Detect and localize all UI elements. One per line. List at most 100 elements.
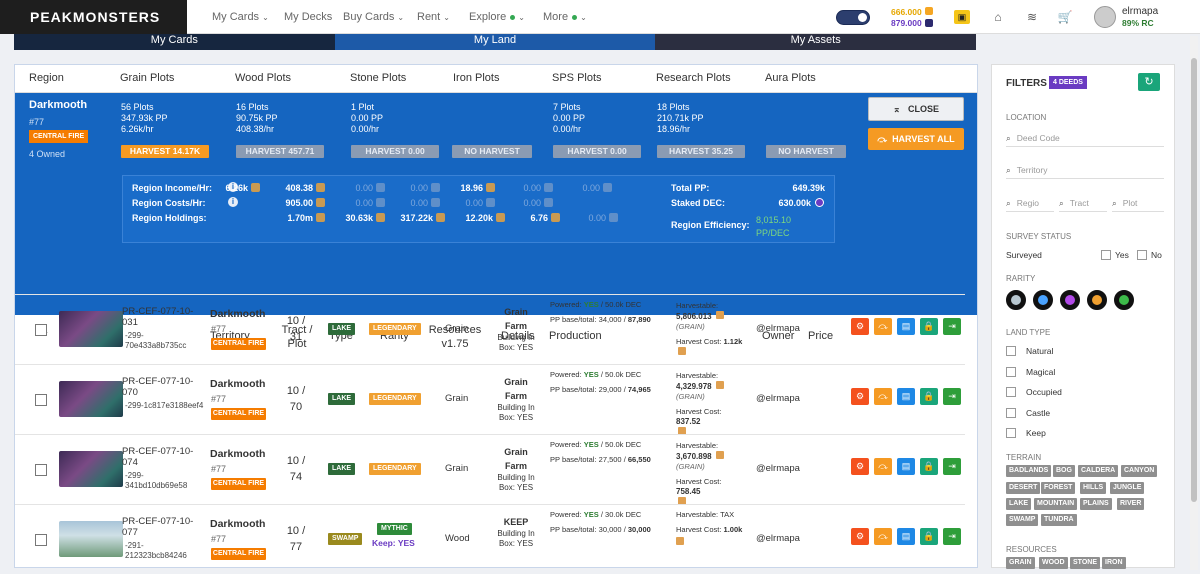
terrain-tag[interactable]: TUNDRA (1041, 514, 1077, 526)
nav-item[interactable]: More ⌄ (543, 11, 587, 23)
settings-button[interactable]: ⚙ (851, 458, 869, 475)
region-column-header[interactable]: Wood Plots (235, 72, 291, 84)
rarity-filter-button[interactable] (1033, 290, 1053, 310)
row-checkbox[interactable] (35, 394, 47, 406)
owner-name[interactable]: @elrmapa (756, 393, 800, 404)
harvest-button[interactable]: ⤼ (874, 318, 892, 335)
terrain-tag[interactable]: HILLS (1080, 482, 1107, 494)
terrain-tag[interactable]: MOUNTAIN (1034, 498, 1078, 510)
transfer-button[interactable]: ⇥ (943, 528, 961, 545)
resource-tag[interactable]: GRAIN (1006, 557, 1035, 569)
table-row[interactable]: PR-CEF-077-10-077 -291-212323bcb84246 Dark… (15, 504, 965, 574)
terrain-tag[interactable]: RIVER (1117, 498, 1145, 510)
surveyed-no-checkbox[interactable] (1137, 250, 1147, 260)
tract-field[interactable]: ⌕ Tract (1059, 194, 1107, 212)
region-column-header[interactable]: SPS Plots (552, 72, 602, 84)
terrain-tag[interactable]: CALDERA (1078, 465, 1119, 477)
nav-item[interactable]: My Decks (284, 11, 332, 23)
land-thumbnail[interactable] (59, 311, 123, 347)
surveyed-yes-checkbox[interactable] (1101, 250, 1111, 260)
harvest-all-button[interactable]: ⤼ HARVEST ALL (868, 128, 964, 150)
table-row[interactable]: PR-CEF-077-10-070 -299-1c817e3188eef4 Dark… (15, 364, 965, 435)
page-scrollbar[interactable] (1190, 36, 1198, 570)
harvest-button[interactable]: HARVEST 14.17K (121, 145, 209, 158)
land-type-checkbox[interactable] (1006, 387, 1016, 397)
harvest-button[interactable]: ⤼ (874, 458, 892, 475)
refresh-button[interactable]: ↻ (1138, 73, 1160, 91)
terrain-tag[interactable]: LAKE (1006, 498, 1032, 510)
building-button[interactable]: ▤ (897, 528, 915, 545)
land-thumbnail[interactable] (59, 451, 123, 487)
tab-my-land[interactable]: My Land (334, 34, 656, 50)
nav-item[interactable]: Buy Cards ⌄ (343, 11, 404, 23)
harvest-button[interactable]: ⤼ (874, 528, 892, 545)
rarity-filter-button[interactable] (1087, 290, 1107, 310)
transfer-button[interactable]: ⇥ (943, 318, 961, 335)
terrain-tag[interactable]: SWAMP (1006, 514, 1039, 526)
terrain-tag[interactable]: JUNGLE (1110, 482, 1145, 494)
building-button[interactable]: ▤ (897, 458, 915, 475)
row-checkbox[interactable] (35, 324, 47, 336)
transfer-button[interactable]: ⇥ (943, 388, 961, 405)
owner-name[interactable]: @elrmapa (756, 463, 800, 474)
nav-item[interactable]: Explore ⌄ (469, 11, 525, 23)
region-column-header[interactable]: Stone Plots (350, 72, 406, 84)
lock-button[interactable]: 🔒 (920, 318, 938, 335)
lock-button[interactable]: 🔒 (920, 388, 938, 405)
land-type-checkbox[interactable] (1006, 346, 1016, 356)
lock-button[interactable]: 🔒 (920, 528, 938, 545)
tab-my-cards[interactable]: My Cards (14, 34, 335, 50)
settings-button[interactable]: ⚙ (851, 388, 869, 405)
building-button[interactable]: ▤ (897, 388, 915, 405)
terrain-tag[interactable]: BADLANDS (1006, 465, 1052, 477)
settings-button[interactable]: ⚙ (851, 318, 869, 335)
land-thumbnail[interactable] (59, 521, 123, 557)
owner-name[interactable]: @elrmapa (756, 323, 800, 334)
wallet-icon[interactable]: ▣ (954, 10, 970, 24)
deed-code[interactable]: PR-CEF-077-10-077 (122, 516, 202, 538)
land-thumbnail[interactable] (59, 381, 123, 417)
resource-tag[interactable]: STONE (1070, 557, 1100, 569)
row-checkbox[interactable] (35, 464, 47, 476)
rarity-filter-button[interactable] (1114, 290, 1134, 310)
transfer-button[interactable]: ⇥ (943, 458, 961, 475)
terrain-tag[interactable]: FOREST (1041, 482, 1076, 494)
region-column-header[interactable]: Grain Plots (120, 72, 174, 84)
owner-name[interactable]: @elrmapa (756, 533, 800, 544)
region-column-header[interactable]: Region (29, 72, 64, 84)
terrain-tag[interactable]: DESERT (1006, 482, 1041, 494)
region-column-header[interactable]: Research Plots (656, 72, 731, 84)
terrain-tag[interactable]: PLAINS (1080, 498, 1112, 510)
resource-tag[interactable]: IRON (1102, 557, 1126, 569)
region-field[interactable]: ⌕ Regio (1006, 194, 1054, 212)
deed-code[interactable]: PR-CEF-077-10-074 (122, 446, 202, 468)
close-button[interactable]: ⌅ CLOSE (868, 97, 964, 121)
plot-field[interactable]: ⌕ Plot (1112, 194, 1164, 212)
deed-code-field[interactable]: ⌕ Deed Code (1006, 129, 1164, 147)
lock-button[interactable]: 🔒 (920, 458, 938, 475)
nav-item[interactable]: Rent ⌄ (417, 11, 450, 23)
tab-my-assets[interactable]: My Assets (655, 34, 977, 50)
layers-icon[interactable]: ≋ (1024, 10, 1040, 24)
region-column-header[interactable]: Aura Plots (765, 72, 816, 84)
terrain-tag[interactable]: CANYON (1121, 465, 1158, 477)
inbox-icon[interactable]: ⌂ (990, 10, 1006, 24)
table-row[interactable]: PR-CEF-077-10-031 -299-70e433a8b735cc Dark… (15, 294, 965, 364)
land-type-checkbox[interactable] (1006, 428, 1016, 438)
row-checkbox[interactable] (35, 534, 47, 546)
region-column-header[interactable]: Iron Plots (453, 72, 499, 84)
info-icon[interactable]: i (228, 197, 238, 207)
deed-code[interactable]: PR-CEF-077-10-031 (122, 306, 202, 328)
settings-button[interactable]: ⚙ (851, 528, 869, 545)
rarity-filter-button[interactable] (1006, 290, 1026, 310)
territory-field[interactable]: ⌕ Territory (1006, 161, 1164, 179)
resource-tag[interactable]: WOOD (1039, 557, 1068, 569)
peakmonsters-logo[interactable]: PEAKMONSTERS (0, 0, 187, 34)
harvest-button[interactable]: ⤼ (874, 388, 892, 405)
rarity-filter-button[interactable] (1060, 290, 1080, 310)
building-button[interactable]: ▤ (897, 318, 915, 335)
avatar[interactable] (1094, 6, 1116, 28)
table-row[interactable]: PR-CEF-077-10-074 -299-341bd10db69e58 Dark… (15, 434, 965, 505)
terrain-tag[interactable]: BOG (1053, 465, 1075, 477)
theme-toggle[interactable] (836, 10, 870, 25)
